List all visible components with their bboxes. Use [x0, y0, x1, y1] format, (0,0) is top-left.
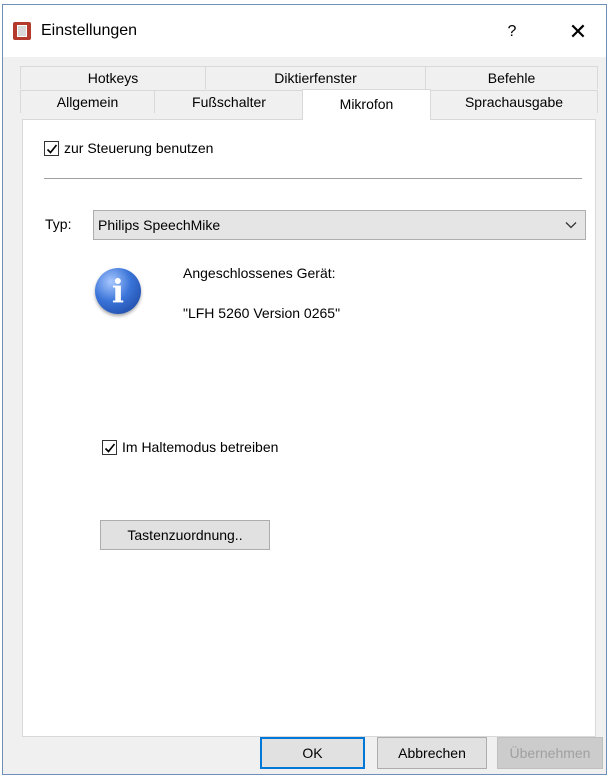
- hold-mode-label: Im Haltemodus betreiben: [122, 439, 279, 455]
- hold-mode-checkbox[interactable]: [102, 440, 117, 455]
- checkmark-icon: [104, 443, 116, 453]
- title-bar: Einstellungen ? ✕: [3, 5, 606, 57]
- app-icon: [13, 22, 31, 40]
- tab-befehle[interactable]: Befehle: [425, 66, 598, 89]
- tab-allgemein[interactable]: Allgemein: [20, 90, 155, 113]
- close-button[interactable]: ✕: [555, 13, 601, 51]
- help-button[interactable]: ?: [489, 13, 535, 51]
- type-label: Typ:: [45, 216, 72, 232]
- apply-button[interactable]: Übernehmen: [497, 737, 603, 769]
- ok-button[interactable]: OK: [260, 737, 365, 769]
- window-title: Einstellungen: [41, 22, 138, 39]
- type-select[interactable]: Philips SpeechMike: [93, 210, 586, 240]
- info-icon: i: [95, 268, 141, 314]
- tab-diktierfenster[interactable]: Diktierfenster: [205, 66, 426, 89]
- type-select-value: Philips SpeechMike: [98, 217, 221, 233]
- use-for-control-label: zur Steuerung benutzen: [64, 140, 214, 156]
- settings-dialog: Einstellungen ? ✕ Hotkeys Diktierfenster…: [2, 4, 607, 775]
- separator: [44, 178, 582, 179]
- cancel-button[interactable]: Abbrechen: [377, 737, 487, 769]
- mikrofon-panel: zur Steuerung benutzen Typ: Philips Spee…: [22, 119, 596, 737]
- device-name: "LFH 5260 Version 0265": [183, 305, 341, 321]
- tab-fussschalter[interactable]: Fußschalter: [154, 90, 304, 113]
- tab-sprachausgabe[interactable]: Sprachausgabe: [430, 90, 598, 113]
- key-mapping-button[interactable]: Tastenzuordnung..: [100, 520, 270, 550]
- chevron-down-icon: [565, 222, 577, 229]
- checkmark-icon: [46, 144, 58, 154]
- device-heading: Angeschlossenes Gerät:: [183, 265, 336, 281]
- tab-mikrofon[interactable]: Mikrofon: [302, 89, 431, 120]
- use-for-control-checkbox[interactable]: [44, 141, 59, 156]
- tab-hotkeys[interactable]: Hotkeys: [20, 66, 206, 89]
